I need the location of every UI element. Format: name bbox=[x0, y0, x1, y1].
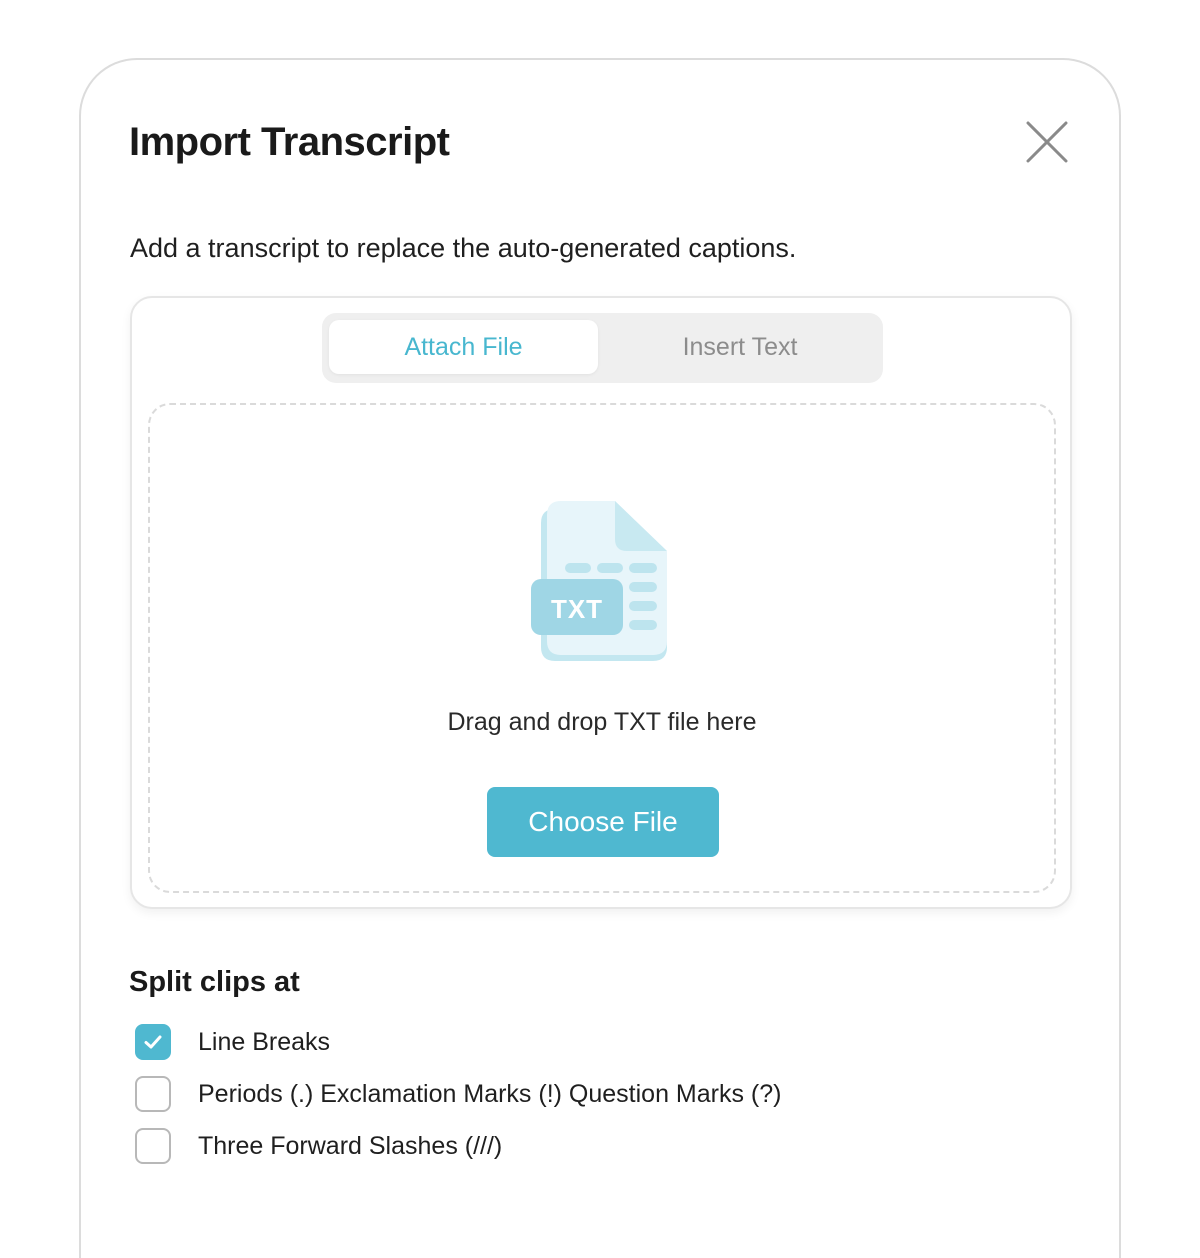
close-icon bbox=[1026, 121, 1068, 163]
close-button[interactable] bbox=[1025, 120, 1069, 164]
option-punctuation[interactable]: Periods (.) Exclamation Marks (!) Questi… bbox=[135, 1074, 781, 1114]
choose-file-button[interactable]: Choose File bbox=[487, 787, 719, 857]
drop-instruction: Drag and drop TXT file here bbox=[447, 708, 757, 736]
checkbox-line-breaks[interactable] bbox=[135, 1024, 171, 1060]
check-icon bbox=[144, 1035, 162, 1049]
option-forward-slashes[interactable]: Three Forward Slashes (///) bbox=[135, 1126, 502, 1166]
import-transcript-dialog: Import Transcript Add a transcript to re… bbox=[79, 58, 1121, 1258]
option-label: Three Forward Slashes (///) bbox=[198, 1131, 503, 1160]
option-label: Periods (.) Exclamation Marks (!) Questi… bbox=[198, 1079, 782, 1108]
file-dropzone[interactable]: TXT Drag and drop TXT file here Choose F… bbox=[148, 403, 1056, 893]
option-line-breaks[interactable]: Line Breaks bbox=[135, 1022, 330, 1062]
dialog-subtitle: Add a transcript to replace the auto-gen… bbox=[130, 233, 797, 263]
tab-insert-text[interactable]: Insert Text bbox=[602, 320, 878, 374]
checkbox-forward-slashes[interactable] bbox=[135, 1128, 171, 1164]
option-label: Line Breaks bbox=[198, 1027, 331, 1056]
checkbox-punctuation[interactable] bbox=[135, 1076, 171, 1112]
tab-attach-file[interactable]: Attach File bbox=[329, 320, 598, 374]
dialog-title: Import Transcript bbox=[129, 120, 450, 164]
tab-group: Attach File Insert Text bbox=[322, 313, 883, 383]
txt-file-icon: TXT bbox=[531, 501, 667, 661]
txt-icon-label: TXT bbox=[551, 594, 603, 624]
import-card: Attach File Insert Text TXT Drag and dro… bbox=[130, 296, 1072, 909]
split-clips-title: Split clips at bbox=[129, 966, 300, 998]
